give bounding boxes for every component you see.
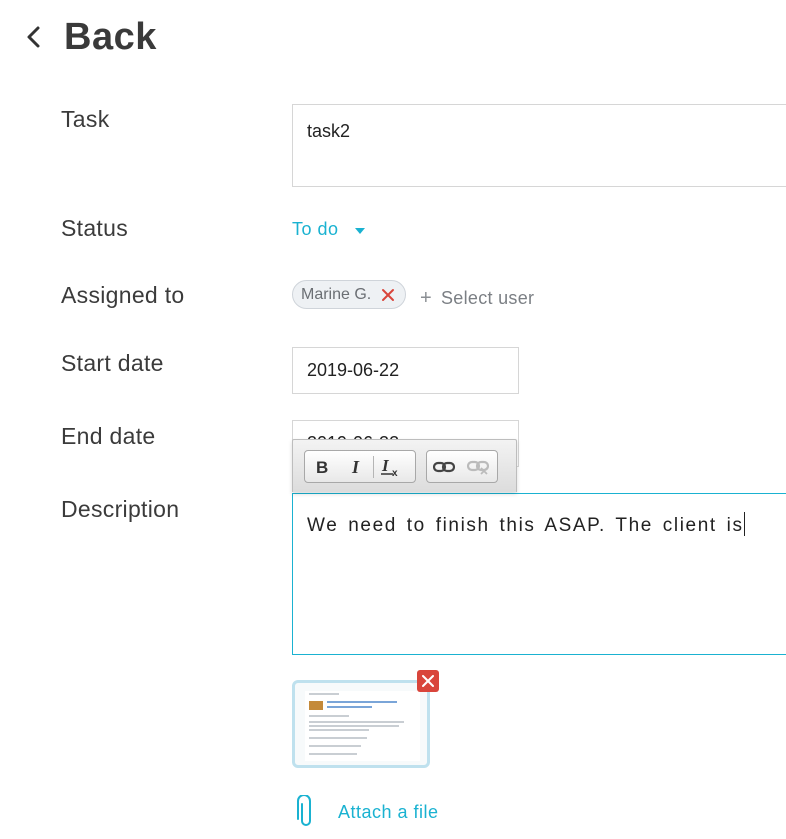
select-user-label: Select user <box>440 288 535 308</box>
chevron-left-icon <box>27 26 40 48</box>
link-button[interactable] <box>427 451 461 482</box>
description-label: Description <box>61 496 180 522</box>
close-icon <box>422 675 434 687</box>
attach-file-label: Attach a file <box>338 801 439 822</box>
link-button-group <box>426 450 498 483</box>
text-cursor <box>743 512 745 536</box>
back-label: Back <box>64 15 157 58</box>
bold-button[interactable]: B <box>305 451 339 482</box>
remove-format-button[interactable]: I x <box>374 451 408 482</box>
svg-text:B: B <box>316 458 328 476</box>
task-input[interactable]: task2 <box>292 104 786 187</box>
close-icon[interactable] <box>381 288 395 302</box>
format-button-group: B I I x <box>304 450 416 483</box>
link-icon <box>433 461 455 472</box>
back-button[interactable]: Back <box>22 12 157 62</box>
svg-text:I: I <box>381 457 390 475</box>
paperclip-icon <box>297 795 311 826</box>
italic-icon: I <box>351 458 360 476</box>
editor-toolbar: B I I x <box>292 439 517 492</box>
svg-text:x: x <box>392 468 398 477</box>
plus-icon: + <box>420 287 432 309</box>
user-chip: Marine G. <box>292 280 406 309</box>
end-date-label: End date <box>61 423 156 449</box>
task-edit-page: Back Task task2 Status To do Assigned to… <box>0 0 786 839</box>
attach-file-button[interactable]: Attach a file <box>296 795 439 829</box>
task-label: Task <box>61 106 110 132</box>
caret-down-icon <box>354 227 365 234</box>
remove-format-icon: I x <box>381 457 398 477</box>
select-user-button[interactable]: + Select user <box>420 287 534 310</box>
attachment-thumbnail[interactable] <box>292 680 430 768</box>
svg-text:I: I <box>351 458 360 476</box>
user-chip-name: Marine G. <box>301 285 372 303</box>
status-value: To do <box>292 219 339 239</box>
description-text: We need to finish this ASAP. The client … <box>307 515 744 536</box>
italic-button[interactable]: I <box>339 451 373 482</box>
start-date-label: Start date <box>61 350 164 376</box>
status-label: Status <box>61 215 129 241</box>
remove-attachment-button[interactable] <box>417 670 439 692</box>
unlink-icon <box>467 460 489 475</box>
attachment-preview-image <box>305 691 420 761</box>
description-editor[interactable]: We need to finish this ASAP. The client … <box>292 493 786 655</box>
status-dropdown[interactable]: To do <box>292 219 365 240</box>
bold-icon: B <box>316 458 328 476</box>
unlink-button[interactable] <box>461 451 495 482</box>
assigned-label: Assigned to <box>61 282 185 308</box>
start-date-input[interactable]: 2019-06-22 <box>292 347 519 394</box>
